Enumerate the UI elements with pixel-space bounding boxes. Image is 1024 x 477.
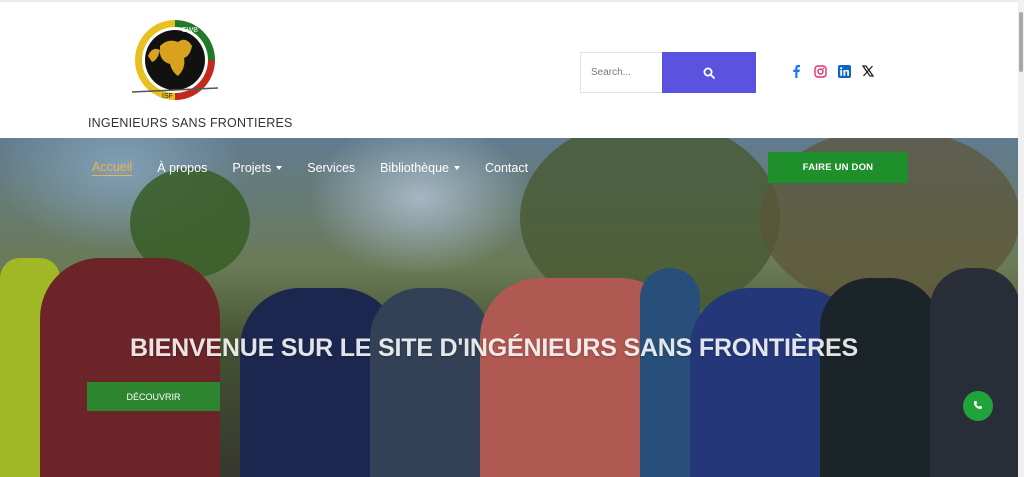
nav-item-bibliotheque[interactable]: Bibliothèque [380, 161, 460, 175]
org-name: INGENIEURS SANS FRONTIERES [88, 116, 293, 130]
nav-item-projets[interactable]: Projets [232, 161, 283, 175]
chevron-down-icon [453, 166, 460, 170]
discover-button[interactable]: DÉCOUVRIR [87, 382, 220, 411]
main-nav: Accueil À propos Projets Services Biblio… [92, 160, 553, 176]
page-scrollbar[interactable] [1018, 0, 1024, 477]
search-icon [703, 67, 715, 79]
nav-item-contact[interactable]: Contact [485, 161, 528, 175]
donate-button[interactable]: FAIRE UN DON [768, 152, 908, 183]
svg-text:EWB: EWB [182, 27, 198, 34]
nav-item-a-propos[interactable]: À propos [157, 161, 207, 175]
phone-fab-button[interactable] [963, 391, 993, 421]
search-bar [580, 52, 756, 93]
svg-text:ISF: ISF [162, 93, 173, 100]
nav-item-accueil[interactable]: Accueil [92, 160, 133, 176]
linkedin-icon[interactable] [837, 64, 851, 78]
ewb-logo[interactable]: EWB ISF [120, 16, 230, 108]
social-links [789, 64, 875, 78]
site-header: EWB ISF INGENIEURS SANS FRONTIERES [0, 0, 1018, 138]
hero-section: Accueil À propos Projets Services Biblio… [0, 138, 1018, 477]
facebook-icon[interactable] [789, 64, 803, 78]
search-button[interactable] [662, 52, 756, 93]
x-twitter-icon[interactable] [861, 64, 875, 78]
nav-item-services[interactable]: Services [307, 161, 355, 175]
phone-icon [973, 400, 983, 409]
search-input[interactable] [580, 52, 662, 93]
scrollbar-thumb[interactable] [1019, 12, 1023, 72]
hero-title: BIENVENUE SUR LE SITE D'INGÉNIEURS SANS … [130, 334, 858, 362]
hero-overlay [0, 138, 1018, 477]
chevron-down-icon [276, 166, 283, 170]
instagram-icon[interactable] [813, 64, 827, 78]
